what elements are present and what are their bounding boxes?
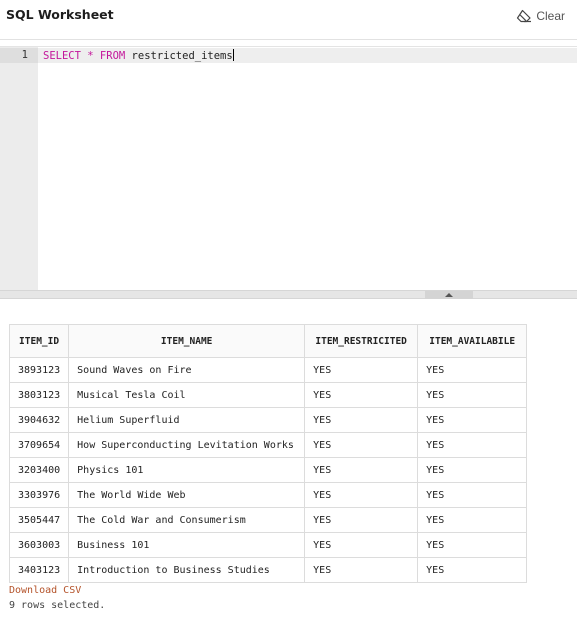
cell-item-available: YES xyxy=(417,357,528,383)
cell-item-name: Sound Waves on Fire xyxy=(68,357,306,383)
download-csv-link[interactable]: Download CSV xyxy=(9,585,81,596)
table-row: 3803123 Musical Tesla Coil YES YES xyxy=(8,382,528,408)
cell-item-available: YES xyxy=(417,557,528,583)
eraser-icon xyxy=(516,9,532,23)
table-row: 3893123 Sound Waves on Fire YES YES xyxy=(8,357,528,383)
clear-button[interactable]: Clear xyxy=(516,7,565,25)
cell-item-restricted: YES xyxy=(304,357,419,383)
cell-item-id: 3603003 xyxy=(8,532,70,558)
cell-item-name: Introduction to Business Studies xyxy=(68,557,306,583)
code-line[interactable]: SELECT * FROM restricted_items xyxy=(43,49,234,62)
cell-item-restricted: YES xyxy=(304,557,419,583)
table-row: 3709654 How Superconducting Levitation W… xyxy=(8,432,528,458)
column-header-item-id: ITEM_ID xyxy=(8,324,70,358)
cell-item-name: How Superconducting Levitation Works xyxy=(68,432,306,458)
pane-splitter[interactable] xyxy=(0,290,577,299)
cell-item-id: 3505447 xyxy=(8,507,70,533)
keyword-from: FROM xyxy=(99,50,126,62)
table-row: 3603003 Business 101 YES YES xyxy=(8,532,528,558)
caret-up-icon xyxy=(445,293,453,297)
keyword-select: SELECT xyxy=(43,50,81,62)
cell-item-id: 3203400 xyxy=(8,457,70,483)
cell-item-available: YES xyxy=(417,532,528,558)
cell-item-id: 3709654 xyxy=(8,432,70,458)
editor-gutter xyxy=(0,47,38,291)
cell-item-id: 3403123 xyxy=(8,557,70,583)
cell-item-restricted: YES xyxy=(304,532,419,558)
table-header-row: ITEM_ID ITEM_NAME ITEM_RESTRICITED ITEM_… xyxy=(8,324,528,358)
cell-item-restricted: YES xyxy=(304,407,419,433)
text-cursor xyxy=(232,49,234,61)
column-header-item-available: ITEM_AVAILABILE xyxy=(417,324,528,358)
cell-item-available: YES xyxy=(417,382,528,408)
cell-item-available: YES xyxy=(417,457,528,483)
cell-item-restricted: YES xyxy=(304,507,419,533)
line-number: 1 xyxy=(21,49,28,61)
splitter-handle[interactable] xyxy=(425,291,473,299)
cell-item-available: YES xyxy=(417,432,528,458)
column-header-item-name: ITEM_NAME xyxy=(68,324,306,358)
cell-item-name: Physics 101 xyxy=(68,457,306,483)
cell-item-id: 3303976 xyxy=(8,482,70,508)
table-row: 3203400 Physics 101 YES YES xyxy=(8,457,528,483)
page-title: SQL Worksheet xyxy=(6,7,114,22)
cell-item-restricted: YES xyxy=(304,482,419,508)
cell-item-id: 3893123 xyxy=(8,357,70,383)
cell-item-available: YES xyxy=(417,507,528,533)
results-table: ITEM_ID ITEM_NAME ITEM_RESTRICITED ITEM_… xyxy=(8,324,528,583)
cell-item-name: Helium Superfluid xyxy=(68,407,306,433)
worksheet-header: SQL Worksheet Clear xyxy=(0,0,577,40)
cell-item-name: Musical Tesla Coil xyxy=(68,382,306,408)
cell-item-name: Business 101 xyxy=(68,532,306,558)
table-row: 3303976 The World Wide Web YES YES xyxy=(8,482,528,508)
operator-star: * xyxy=(87,50,94,62)
cell-item-available: YES xyxy=(417,482,528,508)
cell-item-id: 3803123 xyxy=(8,382,70,408)
sql-editor[interactable]: 1 SELECT * FROM restricted_items xyxy=(0,46,577,291)
table-name: restricted_items xyxy=(131,50,233,62)
cell-item-name: The World Wide Web xyxy=(68,482,306,508)
cell-item-name: The Cold War and Consumerism xyxy=(68,507,306,533)
table-row: 3403123 Introduction to Business Studies… xyxy=(8,557,528,583)
table-row: 3904632 Helium Superfluid YES YES xyxy=(8,407,528,433)
cell-item-restricted: YES xyxy=(304,457,419,483)
column-header-item-restricted: ITEM_RESTRICITED xyxy=(304,324,419,358)
cell-item-id: 3904632 xyxy=(8,407,70,433)
cell-item-restricted: YES xyxy=(304,432,419,458)
table-row: 3505447 The Cold War and Consumerism YES… xyxy=(8,507,528,533)
cell-item-restricted: YES xyxy=(304,382,419,408)
clear-button-label: Clear xyxy=(536,9,565,23)
cell-item-available: YES xyxy=(417,407,528,433)
rows-selected-status: 9 rows selected. xyxy=(9,600,106,611)
